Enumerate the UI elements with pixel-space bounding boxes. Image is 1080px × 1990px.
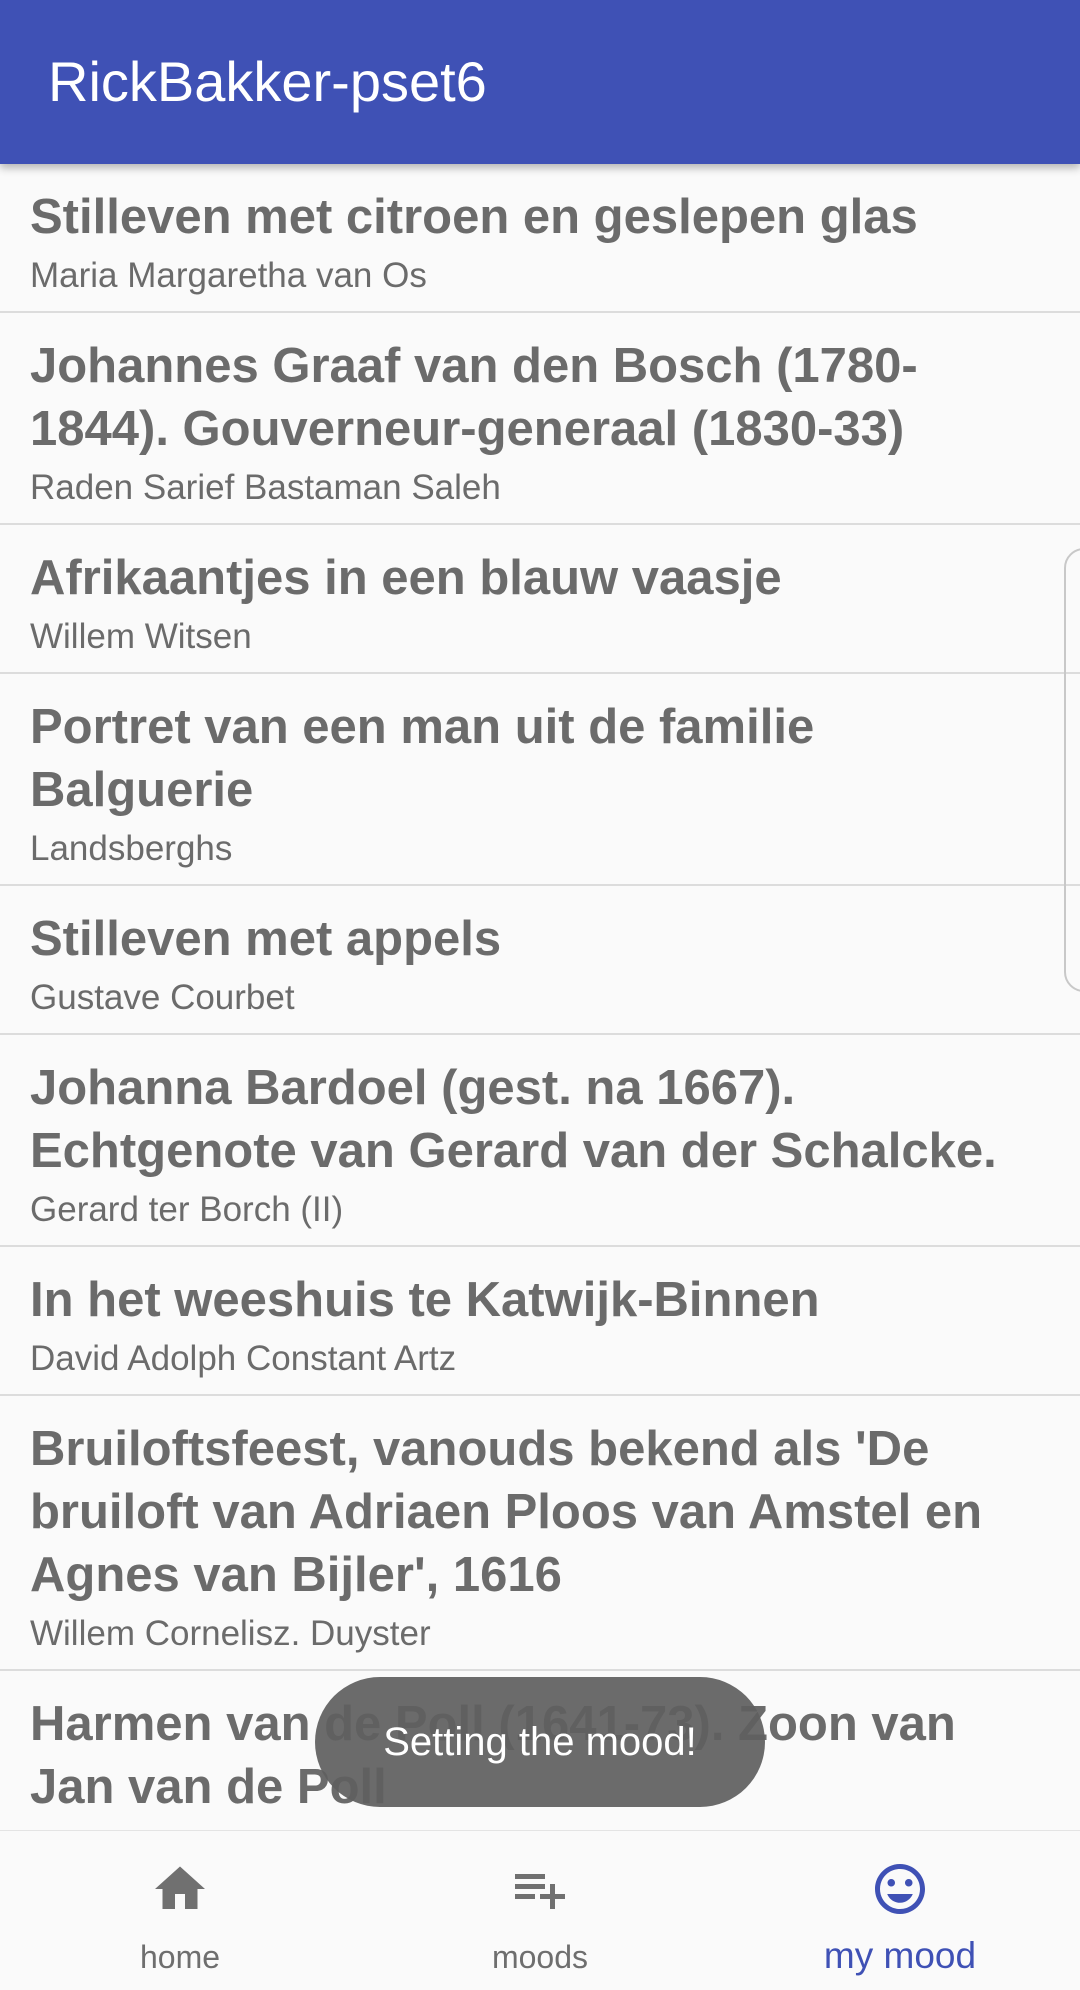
list-item[interactable]: Stilleven met appels Gustave Courbet [0,886,1080,1035]
artwork-title: Stilleven met appels [30,912,502,966]
nav-item-my-mood[interactable]: my mood [720,1831,1080,1990]
artwork-artist: Raden Sarief Bastaman Saleh [30,468,501,507]
artwork-artist: Maria Margaretha van Os [30,256,427,295]
artwork-artist: Willem Cornelisz. Duyster [30,1614,431,1653]
home-icon [155,1866,205,1909]
nav-label-moods: moods [491,1939,589,1975]
artwork-title: Johanna Bardoel (gest. na 1667). Echtgen… [30,1061,997,1178]
artwork-title: Johannes Graaf van den Bosch (1780-1844)… [30,339,918,456]
artwork-artist: Gerard ter Borch (II) [30,1190,344,1229]
nav-item-moods[interactable]: moods [360,1831,720,1990]
list-item[interactable]: Bruiloftsfeest, vanouds bekend als 'De b… [0,1396,1080,1671]
playlist-add-icon [515,1874,565,1909]
artwork-title: Stilleven met citroen en geslepen glas [30,190,918,244]
list-item[interactable]: Portret van een man uit de familie Balgu… [0,674,1080,886]
artwork-title: Bruiloftsfeest, vanouds bekend als 'De b… [30,1422,983,1602]
app-screen: RickBakker-pset6 Stilleven met citroen e… [0,0,1080,1990]
artwork-artist: Willem Witsen [30,617,252,656]
bottom-navigation: home moods my mood [0,1830,1080,1990]
artwork-title: In het weeshuis te Katwijk-Binnen [30,1273,820,1327]
app-title: RickBakker-pset6 [48,50,487,113]
list-item[interactable]: In het weeshuis te Katwijk-Binnen David … [0,1247,1080,1396]
toast-message: Setting the mood! [315,1677,765,1807]
artwork-list[interactable]: Stilleven met citroen en geslepen glas M… [0,164,1080,1830]
nav-label-my-mood: my mood [823,1935,977,1976]
app-bar: RickBakker-pset6 [0,0,1080,164]
artwork-artist: David Adolph Constant Artz [30,1339,457,1378]
artwork-title: Afrikaantjes in een blauw vaasje [30,551,782,605]
artwork-artist: Landsberghs [30,829,233,868]
nav-label-home: home [139,1939,221,1975]
artwork-title: Portret van een man uit de familie Balgu… [30,700,815,817]
list-item[interactable]: Johanna Bardoel (gest. na 1667). Echtgen… [0,1035,1080,1247]
artwork-artist: Gustave Courbet [30,978,295,1017]
smiley-icon [875,1864,925,1914]
edge-panel-handle[interactable] [1064,548,1080,992]
nav-item-home[interactable]: home [0,1831,360,1990]
list-item[interactable]: Johannes Graaf van den Bosch (1780-1844)… [0,313,1080,525]
list-item[interactable]: Stilleven met citroen en geslepen glas M… [0,164,1080,313]
list-item[interactable]: Afrikaantjes in een blauw vaasje Willem … [0,525,1080,674]
